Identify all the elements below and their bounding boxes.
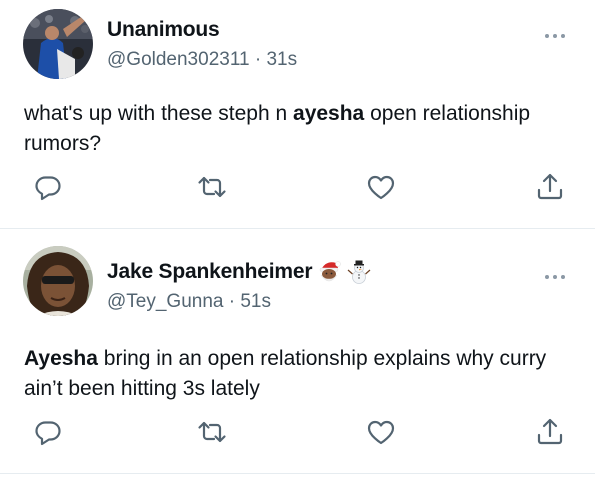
more-options-icon[interactable] — [543, 268, 567, 279]
snowman-emoji — [346, 259, 372, 285]
tweet[interactable]: Unanimous @Golden302311 · 31s what's up … — [0, 0, 595, 228]
reply-button[interactable] — [33, 417, 63, 447]
text-part: bring in an open relationship explains w… — [24, 347, 547, 400]
like-icon — [367, 175, 395, 200]
tweet[interactable]: Jake Spankenheimer @Tey_Gunna · 51s Ayes… — [0, 229, 595, 473]
handle[interactable]: @Tey_Gunna — [107, 291, 223, 312]
share-icon — [537, 173, 563, 200]
display-name[interactable]: Unanimous — [107, 17, 220, 43]
santa-emoji — [316, 259, 342, 285]
like-button[interactable] — [366, 417, 396, 447]
handle-row: @Tey_Gunna · 51s — [107, 290, 271, 314]
handle-row: @Golden302311 · 31s — [107, 48, 297, 72]
avatar[interactable] — [23, 246, 93, 316]
avatar-portrait-photo — [23, 246, 93, 316]
author-name-row: Jake Spankenheimer — [107, 259, 372, 285]
separator: · — [254, 49, 262, 70]
handle[interactable]: @Golden302311 — [107, 49, 250, 70]
retweet-icon — [198, 421, 226, 443]
tweet-text: Ayesha bring in an open relationship exp… — [24, 344, 574, 404]
avatar-basketball-photo — [23, 9, 93, 79]
reply-icon — [35, 176, 61, 201]
bold-mention: ayesha — [293, 102, 365, 125]
share-icon — [537, 418, 563, 445]
retweet-icon — [198, 176, 226, 198]
avatar[interactable] — [23, 9, 93, 79]
more-options-icon[interactable] — [543, 27, 567, 38]
tweet-text: what's up with these steph n ayesha open… — [24, 99, 574, 159]
divider — [0, 473, 595, 474]
separator: · — [228, 291, 236, 312]
share-button[interactable] — [535, 172, 565, 202]
retweet-button[interactable] — [197, 417, 227, 447]
timestamp[interactable]: 51s — [240, 291, 271, 312]
text-part: what's up with these steph n — [24, 102, 294, 125]
like-icon — [367, 420, 395, 445]
reply-button[interactable] — [33, 172, 63, 202]
reply-icon — [35, 421, 61, 446]
display-name[interactable]: Jake Spankenheimer — [107, 259, 313, 285]
like-button[interactable] — [366, 172, 396, 202]
share-button[interactable] — [535, 417, 565, 447]
bold-mention: Ayesha — [24, 347, 98, 370]
timestamp[interactable]: 31s — [266, 49, 297, 70]
author-name-row: Unanimous — [107, 17, 220, 43]
retweet-button[interactable] — [197, 172, 227, 202]
